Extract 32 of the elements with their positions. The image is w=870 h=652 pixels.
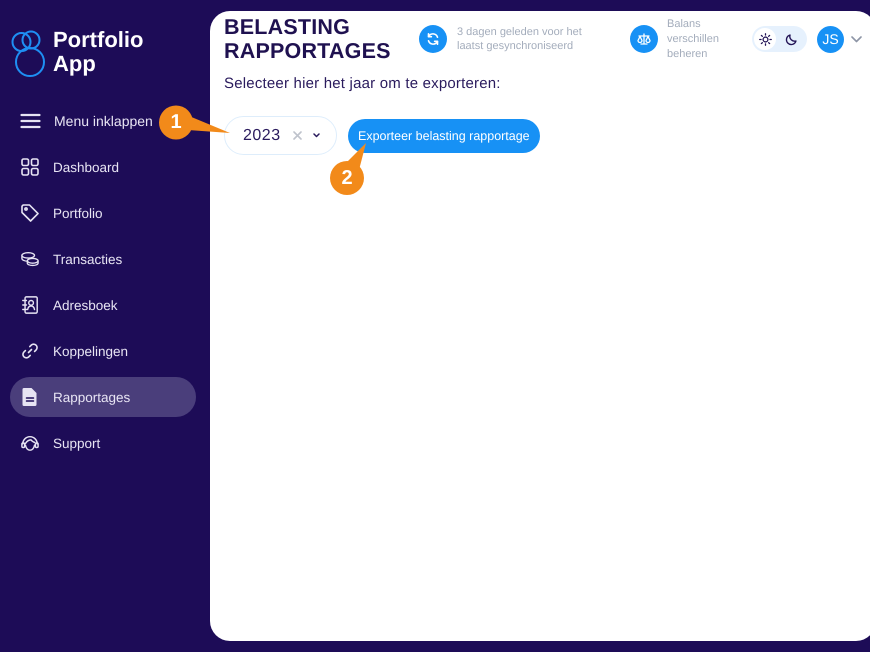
logo-text: Portfolio App	[53, 28, 144, 76]
menu-icon	[20, 113, 41, 129]
balance-button[interactable]	[630, 25, 658, 53]
tag-icon	[21, 204, 39, 222]
sidebar-item[interactable]: Adresboek	[10, 285, 196, 325]
sidebar-item[interactable]: Transacties	[10, 239, 196, 279]
grid-icon	[21, 158, 39, 176]
moon-icon	[784, 32, 798, 46]
sync-button[interactable]	[419, 25, 447, 53]
year-select[interactable]: 2023	[224, 116, 337, 155]
coins-icon	[21, 250, 39, 268]
sidebar-item[interactable]: Portfolio	[10, 193, 196, 233]
instruction-text: Selecteer hier het jaar om te exporteren:	[224, 74, 502, 94]
sidebar-item[interactable]: Rapportages	[10, 377, 196, 417]
contact-book-icon	[21, 296, 39, 314]
sun-icon	[758, 32, 772, 46]
headset-icon	[21, 434, 39, 452]
chevron-down-icon[interactable]	[851, 36, 862, 42]
chevron-down-icon	[312, 133, 320, 138]
sidebar-item[interactable]: Support	[10, 423, 196, 463]
light-mode-button[interactable]	[754, 28, 776, 50]
rings-logo-icon	[11, 30, 46, 78]
sidebar-item[interactable]: Koppelingen	[10, 331, 196, 371]
page-title: BELASTING RAPPORTAGES	[224, 15, 392, 63]
refresh-icon	[426, 32, 440, 46]
document-icon	[21, 388, 39, 406]
sync-status-text: 3 dagen geleden voor het laatst gesynchroniseerd	[457, 25, 583, 53]
sidebar-item[interactable]: Dashboard	[10, 147, 196, 187]
scales-icon	[637, 32, 651, 46]
clear-icon[interactable]	[292, 131, 302, 140]
link-icon	[21, 342, 39, 360]
collapse-menu-button[interactable]: Menu inklappen	[10, 101, 157, 141]
